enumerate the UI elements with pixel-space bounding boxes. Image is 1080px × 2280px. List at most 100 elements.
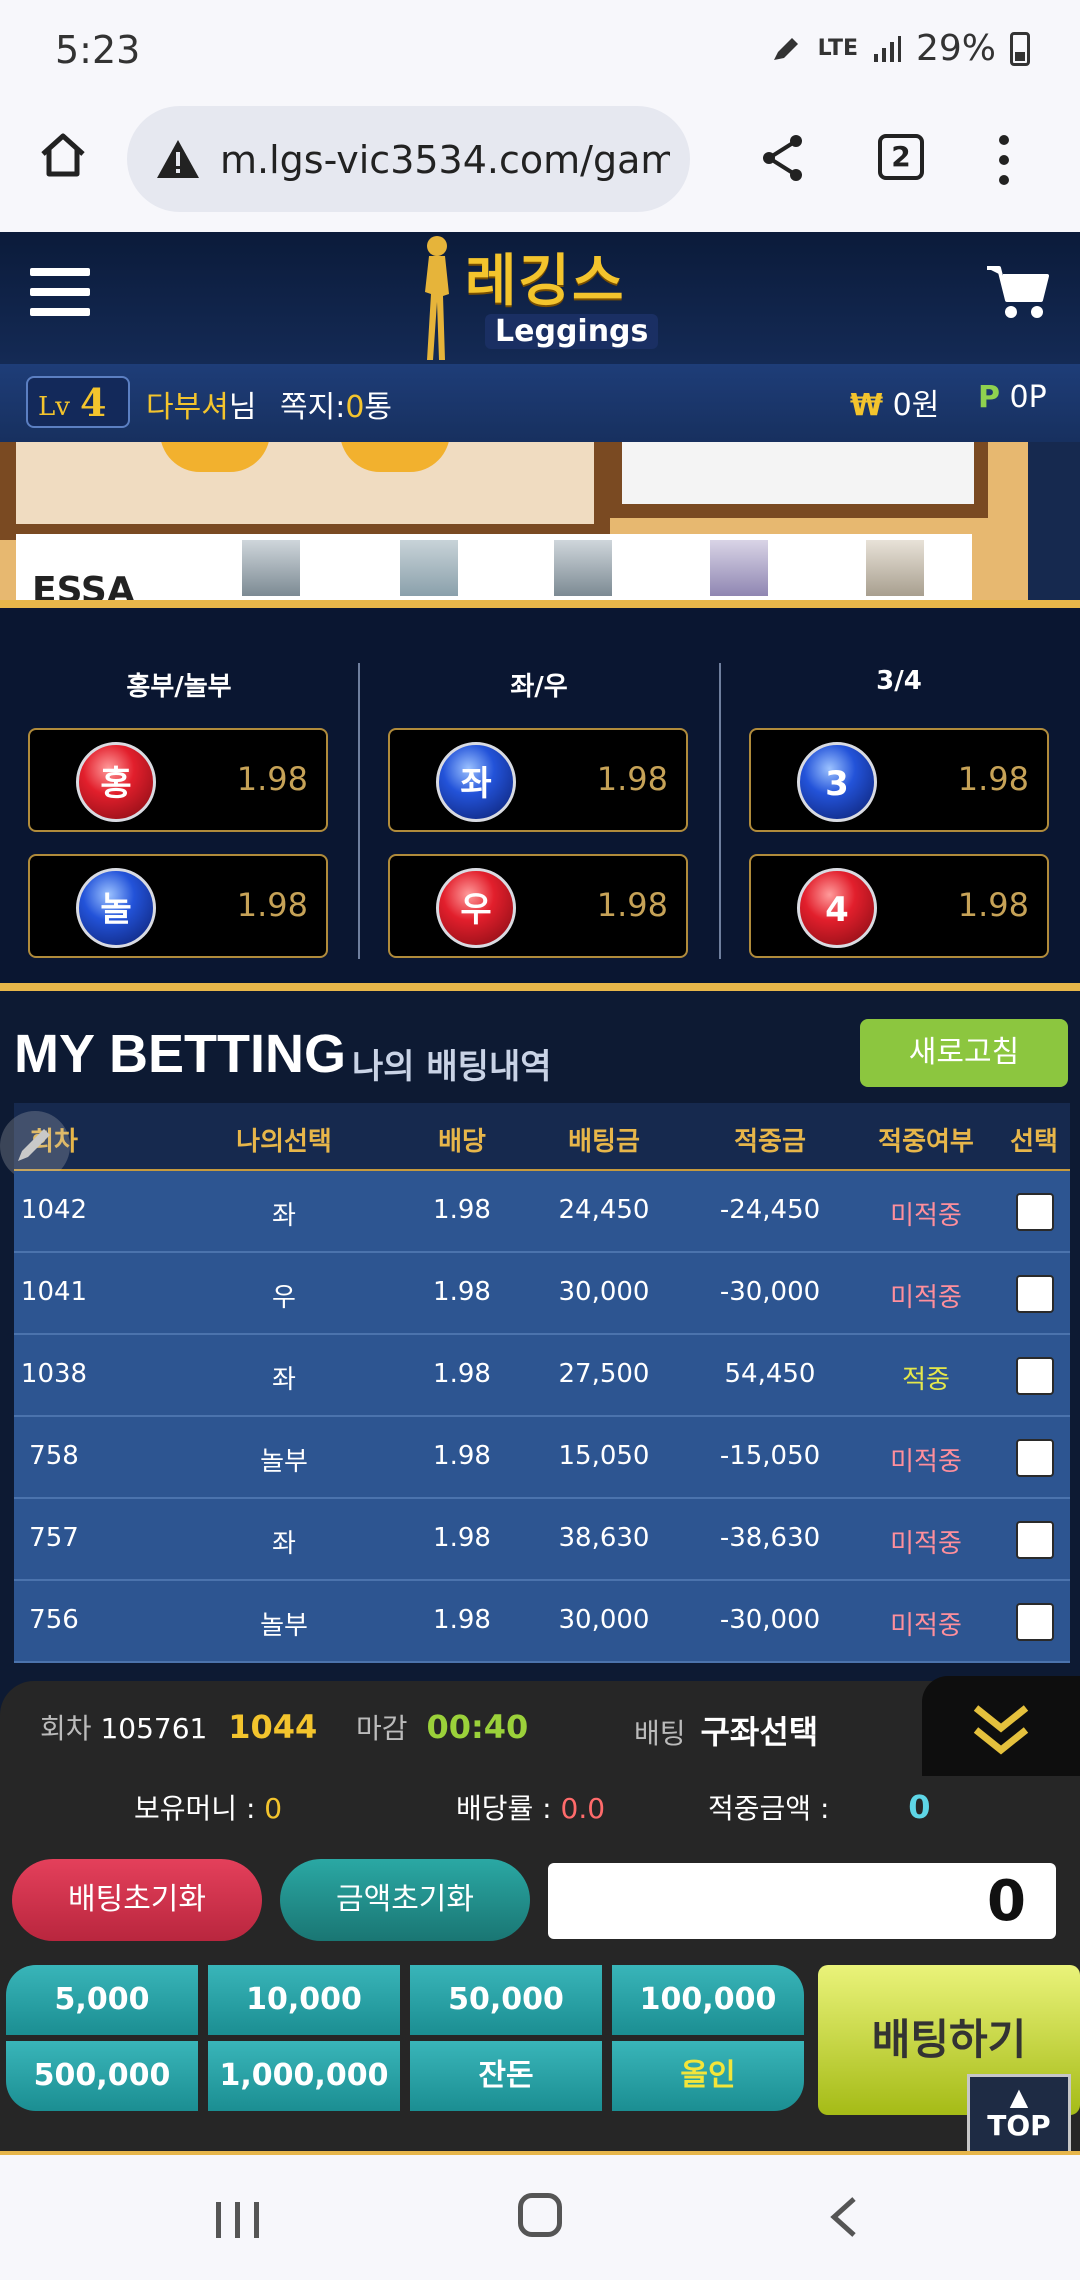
collapse-panel-button[interactable] — [922, 1676, 1080, 1776]
top-label: TOP — [987, 2109, 1051, 2142]
chip-100000-button[interactable]: 100,000 — [612, 1965, 804, 2035]
my-betting-title: MY BETTING — [14, 1024, 347, 1084]
chip-10000-button[interactable]: 10,000 — [208, 1965, 400, 2035]
reset-amount-button[interactable]: 금액초기화 — [280, 1859, 530, 1941]
home-nav-icon[interactable] — [518, 2193, 562, 2237]
battery-percent: 29% — [915, 28, 996, 69]
chip-5000-button[interactable]: 5,000 — [6, 1965, 198, 2035]
bet-option-hong[interactable]: 홍 1.98 — [28, 728, 328, 832]
battery-icon — [1010, 31, 1030, 66]
bet-option-right[interactable]: 우 1.98 — [388, 854, 688, 958]
close-time: 00:40 — [426, 1708, 529, 1746]
table-row: 1042 좌 1.98 24,450 -24,450 미적중 — [14, 1171, 1070, 1253]
banner-dark-edge — [1028, 442, 1080, 607]
cart-icon[interactable] — [985, 262, 1051, 322]
messages-label: 쪽지: — [280, 390, 346, 425]
bet-column-title: 좌/우 — [510, 672, 568, 702]
back-icon[interactable] — [824, 2195, 864, 2239]
cell-bet: 38,630 — [558, 1523, 650, 1553]
hamburger-menu-icon[interactable] — [30, 268, 90, 318]
system-nav-bar — [0, 2155, 1080, 2280]
bet-option-4[interactable]: 4 1.98 — [749, 854, 1049, 958]
won-icon: ₩ — [850, 388, 884, 423]
user-info-bar: Lv 4 다부셔님 쪽지:0통 ₩ 0원 P 0P — [0, 364, 1080, 442]
chip-1000000-button[interactable]: 1,000,000 — [208, 2041, 400, 2111]
tabs-count-icon[interactable]: 2 — [878, 134, 924, 180]
my-betting-section: MY BETTING 나의 배팅내역 새로고침 회차 나의선택 배당 배팅금 적… — [0, 991, 1080, 1681]
warning-icon[interactable] — [155, 138, 201, 180]
cell-choice: 우 — [272, 1283, 296, 1313]
bet-options-panel: 홍부/놀부 좌/우 3/4 홍 1.98 놀 1.98 좌 1.98 우 1.9… — [0, 608, 1080, 983]
more-vertical-icon[interactable] — [996, 134, 1012, 186]
status-icons: LTE 29% — [770, 28, 1030, 69]
cell-odds: 1.98 — [433, 1441, 491, 1471]
messages-link[interactable]: 쪽지:0통 — [280, 382, 392, 426]
select-checkbox[interactable] — [1016, 1439, 1054, 1477]
select-checkbox[interactable] — [1016, 1603, 1054, 1641]
logo-figure-icon — [425, 236, 449, 360]
cell-result: 미적중 — [890, 1201, 962, 1231]
balance-label: 보유머니 : — [134, 1792, 256, 1825]
select-checkbox[interactable] — [1016, 1357, 1054, 1395]
points-icon: P — [978, 380, 1000, 415]
level-number: 4 — [80, 380, 107, 425]
bet-column-title: 홍부/놀부 — [126, 672, 232, 702]
cell-odds: 1.98 — [433, 1359, 491, 1389]
column-header: 배팅금 — [568, 1127, 640, 1157]
cell-odds: 1.98 — [433, 1605, 491, 1635]
select-checkbox[interactable] — [1016, 1193, 1054, 1231]
chip-50000-button[interactable]: 50,000 — [410, 1965, 602, 2035]
bet-column-title: 3/4 — [876, 666, 922, 696]
cell-round: 1038 — [20, 1359, 88, 1389]
balance-value: 0 — [264, 1792, 283, 1825]
scroll-top-button[interactable]: ▲ TOP — [967, 2074, 1071, 2154]
bet-option-3[interactable]: 3 1.98 — [749, 728, 1049, 832]
site-logo[interactable]: 레깅스 Leggings — [415, 232, 675, 362]
divider-line — [0, 600, 1080, 608]
bet-option-nol[interactable]: 놀 1.98 — [28, 854, 328, 958]
round-full: 105761 — [100, 1712, 208, 1745]
network-label: LTE — [817, 36, 858, 61]
reset-bet-button[interactable]: 배팅초기화 — [12, 1859, 262, 1941]
bet-amount-input[interactable] — [548, 1863, 1056, 1939]
points-balance: P 0P — [978, 380, 1047, 415]
recent-apps-icon[interactable] — [210, 2200, 266, 2240]
win-value: 0 — [908, 1788, 931, 1826]
signal-icon — [873, 35, 901, 62]
bet-option-left[interactable]: 좌 1.98 — [388, 728, 688, 832]
banner-frame-left — [0, 442, 610, 540]
chip-change-button[interactable]: 잔돈 — [410, 2041, 602, 2111]
select-checkbox[interactable] — [1016, 1275, 1054, 1313]
address-bar[interactable]: m.lgs-vic3534.com/gam — [127, 106, 690, 212]
cell-payout: -30,000 — [719, 1277, 821, 1307]
cell-payout: -38,630 — [719, 1523, 821, 1553]
messages-count: 0 — [345, 390, 365, 425]
odds-value: 0.0 — [560, 1792, 606, 1825]
username[interactable]: 다부셔님 — [146, 382, 256, 426]
promo-banner[interactable]: ESSA — [0, 442, 1080, 607]
cell-result: 미적중 — [890, 1283, 962, 1313]
home-icon[interactable] — [38, 130, 88, 180]
cell-bet: 30,000 — [558, 1605, 650, 1635]
odds-label: 배당률 : — [456, 1792, 552, 1825]
round-short: 1044 — [228, 1708, 318, 1746]
cell-round: 1042 — [20, 1195, 88, 1225]
select-checkbox[interactable] — [1016, 1521, 1054, 1559]
cell-choice: 좌 — [272, 1529, 296, 1559]
table-row: 1038 좌 1.98 27,500 54,450 적중 — [14, 1335, 1070, 1417]
cell-result: 미적중 — [890, 1447, 962, 1477]
chip-allin-button[interactable]: 올인 — [612, 2041, 804, 2111]
round-info: 회차 105761 1044 — [40, 1707, 317, 1747]
banner-frame-right — [608, 442, 988, 518]
cell-choice: 놀부 — [260, 1447, 308, 1477]
cell-bet: 27,500 — [558, 1359, 650, 1389]
refresh-button[interactable]: 새로고침 — [860, 1019, 1068, 1087]
column-header: 선택 — [1010, 1127, 1058, 1157]
table-row: 757 좌 1.98 38,630 -38,630 미적중 — [14, 1499, 1070, 1581]
url-text[interactable]: m.lgs-vic3534.com/gam — [220, 138, 670, 182]
balance-info: 보유머니 : 0 — [134, 1787, 282, 1827]
chip-500000-button[interactable]: 500,000 — [6, 2041, 198, 2111]
cell-payout: -15,050 — [719, 1441, 821, 1471]
table-row: 756 놀부 1.98 30,000 -30,000 미적중 — [14, 1581, 1070, 1663]
share-icon[interactable] — [760, 133, 806, 183]
